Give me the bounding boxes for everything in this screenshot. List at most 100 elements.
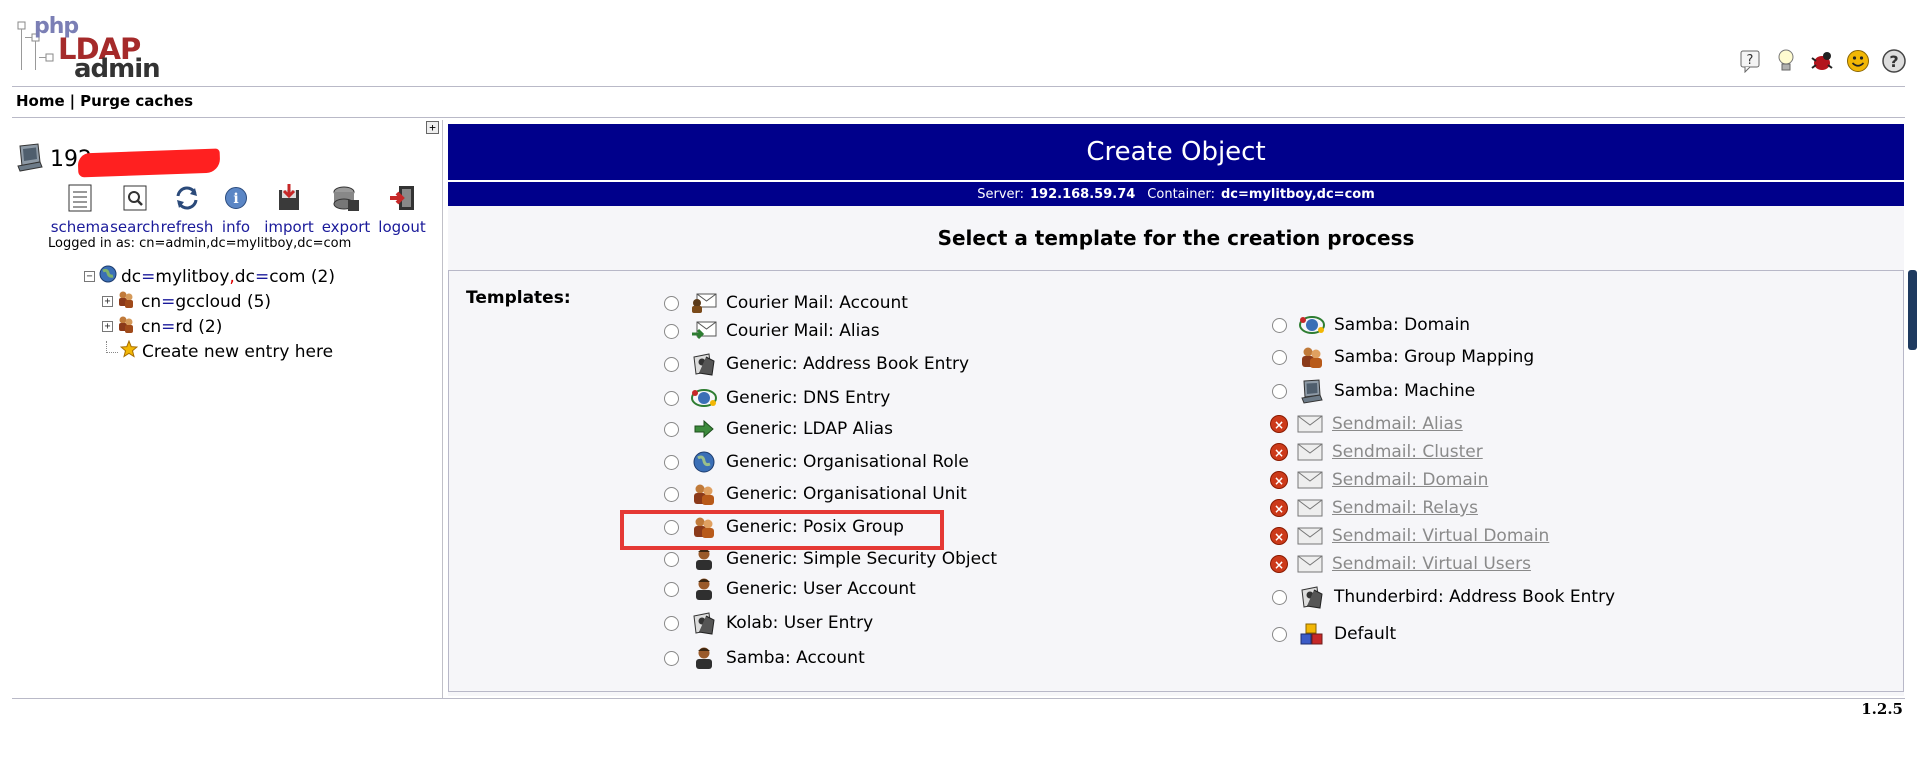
template-option[interactable]: Generic: Address Book Entry (664, 351, 969, 377)
smiley-icon[interactable] (1845, 48, 1871, 74)
template-radio[interactable] (664, 323, 679, 339)
template-option[interactable]: Thunderbird: Address Book Entry (1272, 584, 1615, 610)
template-label[interactable]: Sendmail: Alias (1332, 414, 1463, 434)
template-label[interactable]: Default (1334, 624, 1396, 644)
template-radio[interactable] (1272, 317, 1287, 333)
template-label[interactable]: Samba: Group Mapping (1334, 347, 1534, 367)
template-option[interactable]: Samba: Domain (1272, 312, 1470, 338)
template-radio[interactable] (664, 581, 679, 597)
template-option[interactable]: Generic: User Account (664, 576, 916, 602)
template-label[interactable]: Sendmail: Domain (1332, 470, 1488, 490)
template-option[interactable]: Default (1272, 621, 1396, 647)
import-button[interactable]: import (260, 180, 318, 236)
template-label[interactable]: Generic: User Account (726, 579, 916, 599)
search-button[interactable]: search (108, 180, 162, 236)
export-button[interactable]: export (318, 180, 374, 236)
tree-node-gccloud[interactable]: + cn=gccloud (5) (102, 289, 335, 314)
template-option[interactable]: Generic: LDAP Alias (664, 416, 893, 442)
help-icon[interactable]: ? (1737, 48, 1763, 74)
template-radio[interactable] (664, 551, 679, 567)
mail-icon (1296, 551, 1324, 577)
template-option[interactable]: Generic: DNS Entry (664, 385, 890, 411)
info-button[interactable]: i info (212, 180, 260, 236)
template-option[interactable]: × Sendmail: Cluster (1270, 439, 1483, 465)
template-option[interactable]: Courier Mail: Account (664, 290, 908, 316)
template-option[interactable]: × Sendmail: Alias (1270, 411, 1463, 437)
address-book-icon (1298, 584, 1326, 610)
home-link[interactable]: Home (16, 92, 65, 110)
template-option[interactable]: × Sendmail: Virtual Users (1270, 551, 1531, 577)
disabled-icon: × (1270, 555, 1288, 573)
server-value: 192.168.59.74 (1030, 186, 1136, 202)
template-label[interactable]: Courier Mail: Account (726, 293, 908, 313)
template-label[interactable]: Sendmail: Relays (1332, 498, 1478, 518)
template-label[interactable]: Generic: Organisational Role (726, 452, 969, 472)
scrollbar[interactable] (1908, 270, 1917, 350)
template-radio[interactable] (664, 421, 679, 437)
collapse-toggle[interactable]: − (84, 271, 95, 282)
template-option[interactable]: × Sendmail: Virtual Domain (1270, 523, 1549, 549)
logout-button[interactable]: logout (374, 180, 430, 236)
expand-toggle[interactable]: + (102, 296, 113, 307)
template-label[interactable]: Samba: Account (726, 648, 865, 668)
template-option[interactable]: Samba: Account (664, 645, 865, 671)
template-label[interactable]: Generic: Organisational Unit (726, 484, 967, 504)
template-label[interactable]: Sendmail: Cluster (1332, 442, 1483, 462)
template-option[interactable]: Samba: Machine (1272, 378, 1475, 404)
template-option[interactable]: × Sendmail: Relays (1270, 495, 1478, 521)
template-label[interactable]: Sendmail: Virtual Users (1332, 554, 1531, 574)
tree-node-rd[interactable]: + cn=rd (2) (102, 314, 335, 339)
template-radio[interactable] (1272, 626, 1287, 642)
svg-text:i: i (233, 191, 238, 207)
tree-node-label[interactable]: cn=rd (2) (141, 317, 222, 337)
template-label[interactable]: Generic: Address Book Entry (726, 354, 969, 374)
template-radio[interactable] (664, 454, 679, 470)
template-label[interactable]: Samba: Machine (1334, 381, 1475, 401)
bug-icon[interactable] (1809, 48, 1835, 74)
schema-button[interactable]: schema (51, 180, 109, 236)
tree-root-label[interactable]: dc=mylitboy,dc=com (2) (121, 267, 335, 287)
template-option[interactable]: × Sendmail: Domain (1270, 467, 1488, 493)
template-label[interactable]: Courier Mail: Alias (726, 321, 880, 341)
expand-toggle[interactable]: + (102, 321, 113, 332)
template-radio[interactable] (1272, 589, 1287, 605)
template-label[interactable]: Samba: Domain (1334, 315, 1470, 335)
template-radio[interactable] (1272, 349, 1287, 365)
template-label[interactable]: Thunderbird: Address Book Entry (1334, 587, 1615, 607)
search-icon (122, 180, 148, 216)
top-icon-bar: ? ? (1737, 48, 1907, 74)
user-icon (690, 576, 718, 602)
tree-connector (106, 340, 118, 353)
template-label[interactable]: Generic: LDAP Alias (726, 419, 893, 439)
template-radio[interactable] (664, 390, 679, 406)
template-radio[interactable] (664, 650, 679, 666)
template-radio[interactable] (664, 295, 679, 311)
tree-root-node[interactable]: − dc=mylitboy,dc=com (2) (84, 264, 335, 289)
disabled-icon: × (1270, 499, 1288, 517)
template-radio[interactable] (664, 486, 679, 502)
bulb-icon[interactable] (1773, 48, 1799, 74)
server-name[interactable]: 192 (50, 147, 221, 177)
template-radio[interactable] (664, 615, 679, 631)
refresh-icon (173, 180, 201, 216)
template-option[interactable]: Generic: Organisational Unit (664, 481, 967, 507)
templates-label: Templates: (466, 288, 571, 308)
template-label[interactable]: Generic: Simple Security Object (726, 549, 997, 569)
create-new-entry-link[interactable]: Create new entry here (106, 339, 335, 364)
tree-node-label[interactable]: cn=gccloud (5) (141, 292, 271, 312)
donate-icon[interactable]: ? (1881, 48, 1907, 74)
template-option[interactable]: Samba: Group Mapping (1272, 344, 1534, 370)
group-icon (690, 481, 718, 507)
template-option[interactable]: Courier Mail: Alias (664, 318, 880, 344)
purge-caches-link[interactable]: Purge caches (80, 92, 193, 110)
expand-tree-button[interactable]: + (426, 121, 439, 134)
mail-icon (1296, 411, 1324, 437)
template-radio[interactable] (664, 356, 679, 372)
template-label[interactable]: Generic: DNS Entry (726, 388, 890, 408)
template-option[interactable]: Kolab: User Entry (664, 610, 873, 636)
template-option[interactable]: Generic: Organisational Role (664, 449, 969, 475)
template-label[interactable]: Kolab: User Entry (726, 613, 873, 633)
template-radio[interactable] (1272, 383, 1287, 399)
template-label[interactable]: Sendmail: Virtual Domain (1332, 526, 1549, 546)
refresh-button[interactable]: refresh (161, 180, 213, 236)
